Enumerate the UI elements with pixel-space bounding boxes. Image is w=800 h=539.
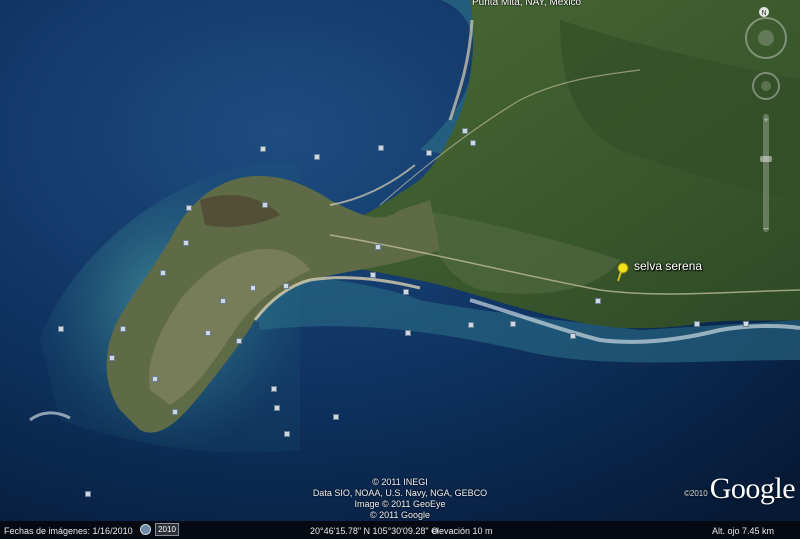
poi-marker[interactable] <box>314 154 320 160</box>
poi-marker[interactable] <box>271 386 277 392</box>
poi-marker[interactable] <box>160 270 166 276</box>
poi-marker[interactable] <box>205 330 211 336</box>
logo-text: Google <box>709 472 796 505</box>
coordinates: 20°46'15.78" N 105°30'09.28" O <box>310 526 439 536</box>
poi-marker[interactable] <box>510 321 516 327</box>
poi-marker[interactable] <box>172 409 178 415</box>
svg-text:−: − <box>763 224 769 235</box>
poi-marker[interactable] <box>378 145 384 151</box>
credit-line: Image © 2011 GeoEye <box>354 499 446 509</box>
map-viewport[interactable]: Punta Mita, NAY, Mexico selva serena N +… <box>0 0 800 539</box>
poi-marker[interactable] <box>426 150 432 156</box>
attribution: © 2011 INEGI Data SIO, NOAA, U.S. Navy, … <box>0 477 800 521</box>
credit-line: © 2011 INEGI <box>372 477 428 487</box>
poi-marker[interactable] <box>58 326 64 332</box>
poi-marker[interactable] <box>570 333 576 339</box>
placemark-label[interactable]: selva serena <box>634 259 702 273</box>
poi-marker[interactable] <box>274 405 280 411</box>
poi-marker[interactable] <box>120 326 126 332</box>
eye-altitude: Alt. ojo 7.45 km <box>712 526 775 536</box>
status-bar: Fechas de imágenes: 1/16/2010 2010 20°46… <box>0 521 800 539</box>
poi-marker[interactable] <box>109 355 115 361</box>
poi-marker[interactable] <box>250 285 256 291</box>
elevation: elevación 10 m <box>432 526 493 536</box>
poi-marker[interactable] <box>236 338 242 344</box>
look-joystick-icon[interactable] <box>745 17 787 59</box>
poi-marker[interactable] <box>694 321 700 327</box>
poi-marker[interactable] <box>260 146 266 152</box>
poi-marker[interactable] <box>152 376 158 382</box>
north-arrow-icon[interactable]: N <box>759 7 769 17</box>
navigation-controls[interactable]: N + − <box>744 6 794 236</box>
poi-marker[interactable] <box>333 414 339 420</box>
poi-marker[interactable] <box>743 321 749 327</box>
logo-year: ©2010 <box>684 489 708 498</box>
poi-marker[interactable] <box>186 205 192 211</box>
historical-year-button[interactable]: 2010 <box>155 523 179 536</box>
poi-marker[interactable] <box>283 283 289 289</box>
svg-text:+: + <box>763 115 768 125</box>
yellow-pushpin-icon[interactable] <box>613 261 631 283</box>
credit-line: Data SIO, NOAA, U.S. Navy, NGA, GEBCO <box>312 488 488 498</box>
google-logo: ©2010 Google <box>684 472 796 505</box>
poi-marker[interactable] <box>405 330 411 336</box>
poi-marker[interactable] <box>403 289 409 295</box>
location-label[interactable]: Punta Mita, NAY, Mexico <box>472 0 581 8</box>
poi-marker[interactable] <box>462 128 468 134</box>
svg-text:N: N <box>761 10 766 17</box>
poi-marker[interactable] <box>468 322 474 328</box>
poi-marker[interactable] <box>284 431 290 437</box>
move-joystick-icon[interactable] <box>752 72 780 100</box>
poi-marker[interactable] <box>375 244 381 250</box>
credit-line: © 2011 Google <box>369 510 430 520</box>
poi-marker[interactable] <box>470 140 476 146</box>
poi-marker[interactable] <box>595 298 601 304</box>
clock-history-icon[interactable] <box>140 524 151 535</box>
poi-marker[interactable] <box>220 298 226 304</box>
poi-marker[interactable] <box>183 240 189 246</box>
zoom-slider-icon[interactable]: + − <box>760 114 772 235</box>
poi-marker[interactable] <box>370 272 376 278</box>
poi-marker[interactable] <box>262 202 268 208</box>
imagery-date: Fechas de imágenes: 1/16/2010 <box>4 526 133 536</box>
